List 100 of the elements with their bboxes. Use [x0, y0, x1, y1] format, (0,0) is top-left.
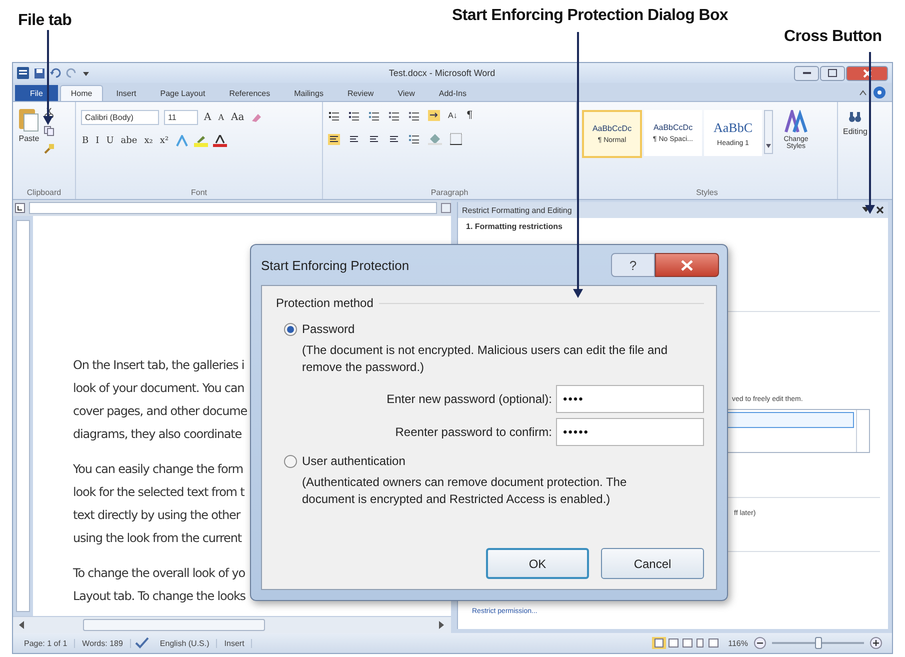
ribbon-tab[interactable]: Mailings: [283, 85, 334, 101]
font-size-field[interactable]: 11: [164, 110, 198, 125]
save-icon[interactable]: [34, 68, 45, 78]
radio-button[interactable]: [284, 322, 297, 336]
brush-icon[interactable]: [44, 144, 54, 154]
format-button[interactable]: abe: [120, 136, 138, 146]
document-text-line: You can easily change the form: [73, 461, 243, 478]
document-text-line: To change the overall look of yo: [73, 565, 245, 582]
text-direction-icon[interactable]: [428, 110, 440, 121]
increase-indent-icon[interactable]: [408, 110, 420, 120]
group-label: Clipboard: [26, 188, 62, 199]
radio-option[interactable]: Password: [276, 322, 704, 336]
format-button[interactable]: U: [105, 136, 115, 146]
format-button[interactable]: x₂: [143, 136, 154, 146]
binoculars-icon[interactable]: [848, 110, 862, 124]
multilevel-list-icon[interactable]: [368, 110, 380, 120]
center-icon[interactable]: [348, 134, 360, 144]
ribbon-tab[interactable]: Insert: [105, 85, 148, 101]
radio-button[interactable]: [284, 454, 297, 468]
field-label: Reenter password to confirm:: [395, 425, 552, 439]
undo-icon[interactable]: [50, 68, 61, 78]
tab-selector-icon[interactable]: [15, 203, 25, 213]
field-label: Enter new password (optional):: [386, 392, 552, 406]
help-icon[interactable]: [873, 86, 886, 99]
zoom-level[interactable]: 116%: [728, 638, 748, 648]
show-formatting-button[interactable]: ¶: [465, 110, 474, 121]
group-title: Protection method: [276, 296, 374, 310]
status-item[interactable]: Page: 1 of 1: [17, 638, 76, 648]
callout-label: Start Enforcing Protection Dialog Box: [452, 7, 728, 25]
ribbon-tab[interactable]: Page Layout: [149, 85, 216, 101]
document-text-line: text directly by using the other: [73, 507, 240, 524]
maximize-button[interactable]: [820, 66, 845, 80]
grow-font-button[interactable]: A: [203, 112, 212, 123]
group-label: Paragraph: [430, 188, 470, 199]
numbering-icon[interactable]: [348, 110, 360, 120]
password-field[interactable]: •••••: [556, 418, 704, 446]
minimize-button[interactable]: [794, 66, 819, 80]
cancel-button[interactable]: Cancel: [601, 548, 704, 579]
scissors-icon[interactable]: [44, 108, 54, 118]
zoom-out-icon[interactable]: [754, 637, 766, 649]
proofing-icon[interactable]: [134, 637, 149, 649]
group-label: Styles: [695, 188, 719, 199]
document-text-line: look for the selected text from t: [73, 484, 244, 501]
horizontal-scrollbar[interactable]: [13, 616, 451, 633]
gallery-scroll-icon[interactable]: [764, 110, 773, 154]
document-text-line: look of your document. You can: [73, 380, 244, 397]
status-item[interactable]: English (U.S.): [152, 638, 218, 648]
change-styles-icon[interactable]: [784, 110, 808, 134]
option-description: (The document is not encrypted. Malicious users can edit the file and remove the password.): [302, 342, 669, 376]
decrease-indent-icon[interactable]: [388, 110, 400, 120]
font-family-field[interactable]: Calibri (Body): [81, 110, 159, 125]
password-field[interactable]: ••••: [556, 385, 704, 413]
sort-button[interactable]: A↓: [448, 111, 458, 120]
help-button[interactable]: ?: [611, 253, 655, 277]
format-button[interactable]: B: [81, 136, 90, 146]
format-button[interactable]: I: [94, 136, 100, 146]
close-button[interactable]: [846, 66, 888, 80]
ok-button[interactable]: OK: [486, 548, 589, 579]
status-item[interactable]: Words: 189: [75, 638, 131, 648]
dialog-title: Start Enforcing Protection: [261, 258, 410, 272]
justify-icon[interactable]: [388, 134, 400, 144]
scroll-right-icon[interactable]: [439, 621, 445, 629]
close-icon[interactable]: [876, 206, 884, 214]
paste-label[interactable]: Paste: [18, 134, 40, 143]
ribbon-tab[interactable]: File: [15, 85, 58, 101]
line-spacing-icon[interactable]: [408, 134, 420, 144]
ribbon-tab[interactable]: Review: [336, 85, 385, 101]
minimize-icon: [802, 72, 810, 74]
callout-label: File tab: [18, 12, 72, 30]
zoom-in-icon[interactable]: [870, 637, 882, 649]
align-right-icon[interactable]: [368, 134, 380, 144]
ribbon-tab[interactable]: View: [386, 85, 426, 101]
zoom-slider-thumb[interactable]: [815, 637, 822, 649]
ribbon-tab[interactable]: Add-Ins: [428, 85, 478, 101]
window-title: Test.docx - Microsoft Word: [388, 68, 496, 78]
font-color-icon[interactable]: [212, 135, 227, 147]
document-text-line: using the look from the current: [73, 530, 242, 547]
view-ruler-icon[interactable]: [441, 203, 451, 213]
section-heading: 1. Formatting restrictions: [466, 222, 564, 231]
borders-icon[interactable]: [450, 133, 462, 145]
scroll-left-icon[interactable]: [19, 621, 25, 629]
ribbon-tab[interactable]: References: [218, 85, 282, 101]
copy-icon[interactable]: [44, 126, 54, 136]
align-left-icon[interactable]: [328, 134, 340, 144]
change-case-button[interactable]: Aa: [230, 112, 246, 123]
editing-label[interactable]: Editing: [843, 127, 868, 136]
ribbon-tab[interactable]: Home: [60, 85, 104, 101]
document-text-line: diagrams, they also coordinate: [73, 426, 242, 443]
format-button[interactable]: x²: [158, 136, 170, 146]
status-item[interactable]: Insert: [217, 638, 252, 648]
radio-option[interactable]: User authentication: [276, 454, 704, 468]
highlighter-icon[interactable]: [194, 135, 208, 147]
pane-title: Restrict Formatting and Editing: [462, 206, 573, 214]
close-button[interactable]: [655, 253, 719, 277]
document-text-line: cover pages, and other docume: [73, 403, 248, 420]
group-label: Font: [190, 188, 208, 199]
bullets-icon[interactable]: [328, 110, 340, 120]
shrink-font-button[interactable]: A: [217, 113, 226, 122]
option-description: (Authenticated owners can remove document protection. The document is encrypted and Restricted Access is enabled.): [302, 474, 628, 508]
collapse-ribbon-icon[interactable]: [859, 90, 867, 96]
